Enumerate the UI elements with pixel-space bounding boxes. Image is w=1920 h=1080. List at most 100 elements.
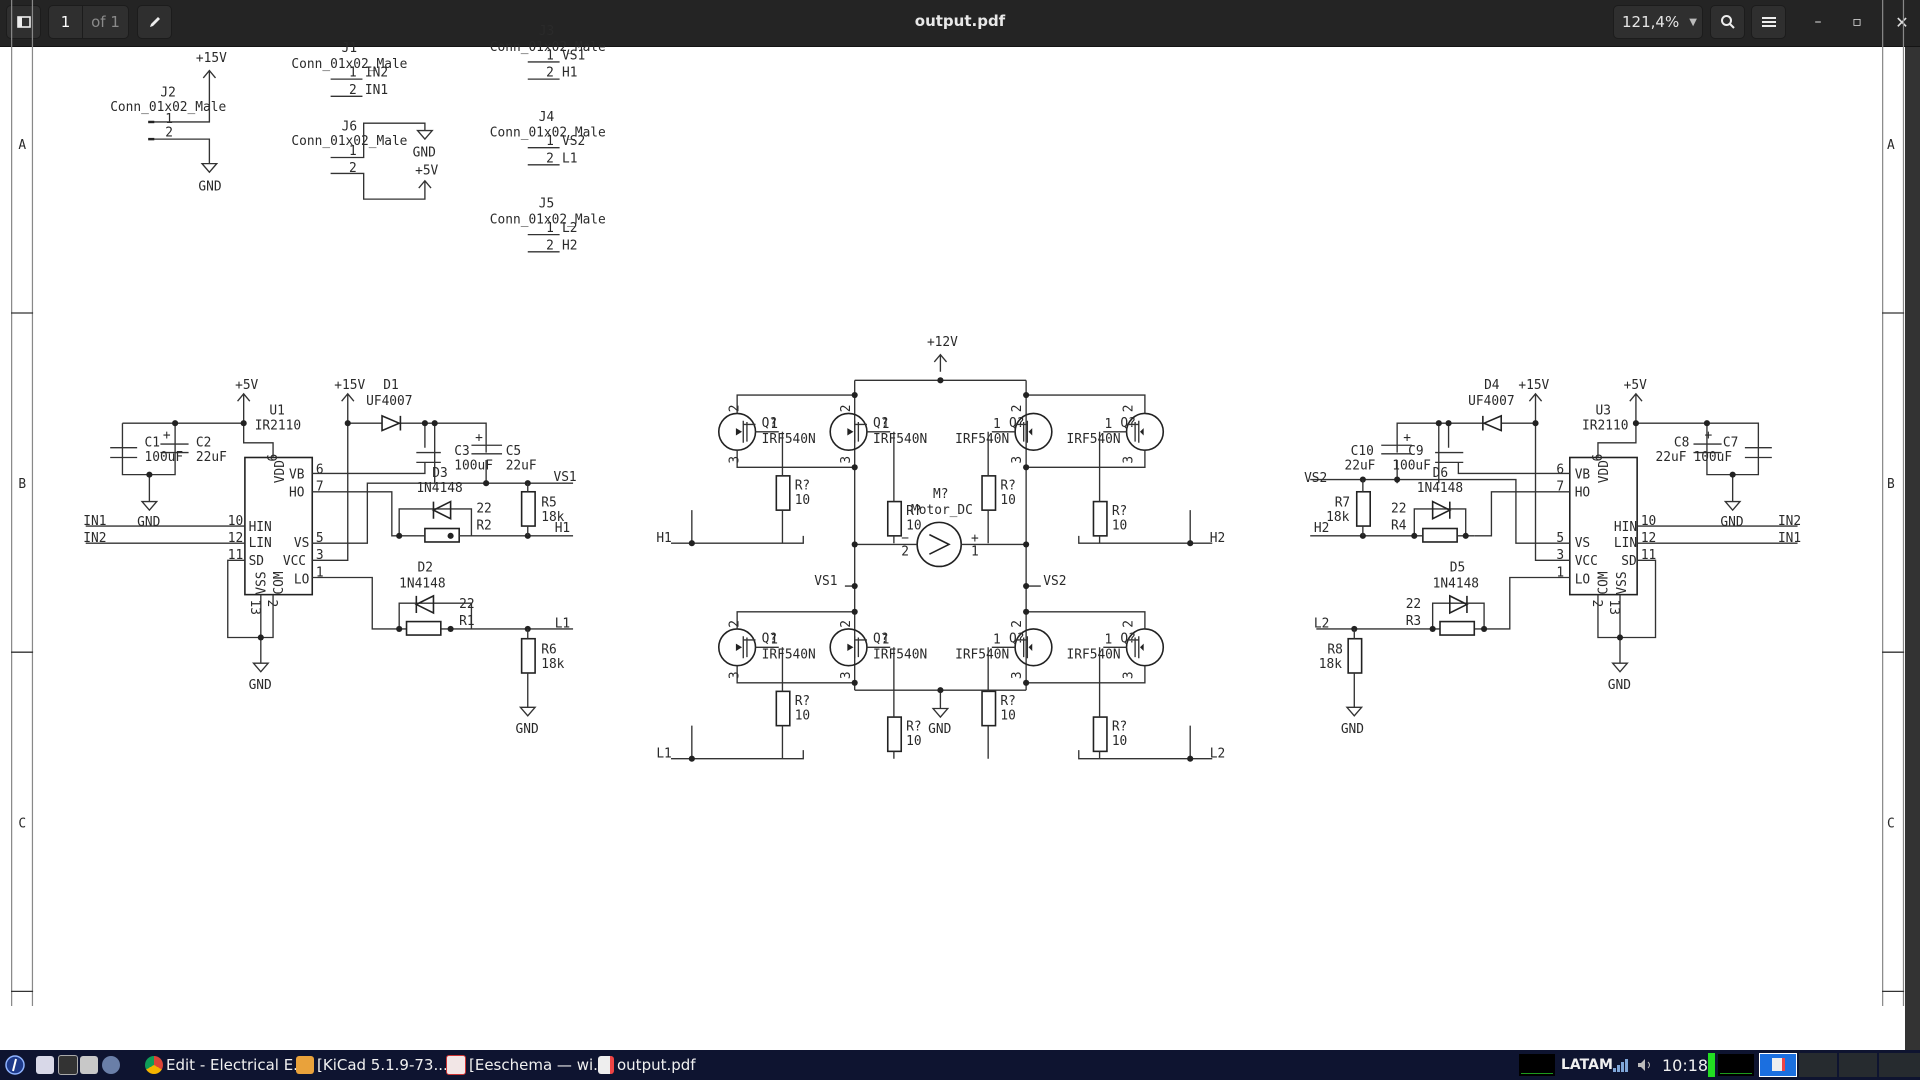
gate-resistor bbox=[981, 690, 997, 727]
svg-text:VB: VB bbox=[1575, 467, 1591, 482]
row-label-b-right: B bbox=[1887, 477, 1895, 492]
svg-text:10: 10 bbox=[1112, 734, 1127, 749]
svg-text:22: 22 bbox=[1391, 502, 1406, 517]
svg-text:H1: H1 bbox=[562, 66, 577, 81]
svg-text:6: 6 bbox=[1556, 462, 1564, 477]
svg-text:1: 1 bbox=[546, 134, 554, 149]
svg-text:+: + bbox=[163, 428, 171, 443]
svg-text:H1: H1 bbox=[656, 531, 671, 546]
svg-text:VS1: VS1 bbox=[814, 574, 837, 589]
svg-text:13: 13 bbox=[247, 600, 262, 615]
svg-text:2: 2 bbox=[165, 126, 173, 141]
workspace-4[interactable] bbox=[1879, 1053, 1920, 1077]
svg-text:1: 1 bbox=[546, 221, 554, 236]
mosfet-q4: 1 2 3 Q?IRF540N R?10 bbox=[1067, 404, 1165, 544]
driver-u3: U3 IR2110 VDD VBHO HINLINSD VSVCCLO COM … bbox=[1304, 378, 1801, 737]
svg-text:H2: H2 bbox=[562, 238, 577, 253]
file-manager-launcher[interactable] bbox=[80, 1052, 101, 1078]
taskbar-item-output-pdf[interactable]: output.pdf bbox=[598, 1052, 696, 1078]
svg-text:10: 10 bbox=[906, 734, 921, 749]
show-desktop-button[interactable] bbox=[36, 1052, 57, 1078]
row-label-b-left: B bbox=[18, 477, 26, 492]
svg-text:1: 1 bbox=[1104, 417, 1112, 432]
svg-text:C10: C10 bbox=[1351, 444, 1374, 459]
svg-text:Q?: Q? bbox=[1120, 631, 1135, 646]
clock[interactable]: 10:18 bbox=[1662, 1052, 1708, 1078]
svg-text:UF4007: UF4007 bbox=[366, 394, 412, 409]
svg-text:GND: GND bbox=[516, 722, 539, 737]
svg-text:VS1: VS1 bbox=[562, 49, 585, 64]
svg-text:3: 3 bbox=[1122, 456, 1137, 464]
svg-text:D5: D5 bbox=[1450, 560, 1465, 575]
svg-text:22: 22 bbox=[1406, 597, 1421, 612]
svg-text:Q?: Q? bbox=[762, 416, 777, 431]
row-label-a-left: A bbox=[18, 138, 26, 153]
mosfet-q3: 1 2 3 Q?IRF540N R?10 bbox=[955, 404, 1053, 544]
svg-text:H2: H2 bbox=[1210, 531, 1225, 546]
taskbar-item-kicad[interactable]: [KiCad 5.1.9-73... bbox=[296, 1052, 448, 1078]
volume-icon[interactable] bbox=[1636, 1052, 1654, 1078]
svg-text:+15V: +15V bbox=[1518, 378, 1549, 393]
svg-text:L2: L2 bbox=[562, 221, 577, 236]
svg-text:L2: L2 bbox=[1314, 617, 1329, 632]
svg-text:3: 3 bbox=[839, 456, 854, 464]
workspace-2[interactable] bbox=[1799, 1053, 1837, 1077]
svg-text:D4: D4 bbox=[1484, 378, 1500, 393]
svg-text:+5V: +5V bbox=[235, 378, 258, 393]
taskbar: Edit - Electrical E... [KiCad 5.1.9-73..… bbox=[0, 1050, 1920, 1080]
gate-resistor bbox=[886, 500, 903, 537]
row-label-c-right: C bbox=[1887, 816, 1895, 831]
svg-text:100uF: 100uF bbox=[1392, 459, 1431, 474]
svg-text:R?: R? bbox=[795, 694, 810, 709]
svg-text:18k: 18k bbox=[541, 657, 564, 672]
gate-resistor bbox=[1092, 500, 1108, 537]
start-menu-button[interactable] bbox=[4, 1052, 26, 1078]
svg-text:18k: 18k bbox=[1319, 657, 1342, 672]
workspace-3[interactable] bbox=[1839, 1053, 1877, 1077]
svg-text:1N4148: 1N4148 bbox=[416, 481, 462, 496]
svg-text:LO: LO bbox=[1575, 573, 1590, 588]
svg-text:C7: C7 bbox=[1723, 435, 1738, 450]
svg-text:1: 1 bbox=[349, 144, 357, 159]
svg-text:100uF: 100uF bbox=[454, 459, 493, 474]
file-cabinet-icon bbox=[80, 1056, 98, 1074]
svg-text:IR2110: IR2110 bbox=[255, 418, 301, 433]
globe-icon bbox=[102, 1056, 120, 1074]
svg-text:C2: C2 bbox=[196, 435, 211, 450]
svg-text:C9: C9 bbox=[1408, 444, 1423, 459]
mosfet-q2: 123Q?IRF540NR?10 bbox=[829, 404, 927, 544]
network-graph bbox=[1718, 1054, 1754, 1076]
svg-text:2: 2 bbox=[727, 404, 742, 412]
workspace-1[interactable] bbox=[1759, 1053, 1797, 1077]
svg-text:2: 2 bbox=[901, 544, 909, 559]
svg-text:2: 2 bbox=[349, 83, 357, 98]
svg-text:10: 10 bbox=[795, 709, 810, 724]
svg-text:R1: R1 bbox=[459, 614, 474, 629]
taskbar-item-eeschema[interactable]: [Eeschema — wi... bbox=[446, 1052, 607, 1078]
svg-text:J1: J1 bbox=[342, 41, 357, 56]
keyboard-layout[interactable]: LATAM bbox=[1561, 1052, 1613, 1078]
svg-text:GND: GND bbox=[137, 515, 160, 530]
browser-launcher[interactable] bbox=[102, 1052, 123, 1078]
svg-text:22uF: 22uF bbox=[506, 459, 537, 474]
svg-text:VCC: VCC bbox=[283, 554, 306, 569]
svg-text:D2: D2 bbox=[418, 560, 433, 575]
svg-text:2: 2 bbox=[1122, 620, 1137, 628]
svg-text:GND: GND bbox=[413, 145, 436, 160]
svg-text:1: 1 bbox=[971, 544, 979, 559]
svg-text:C5: C5 bbox=[506, 444, 521, 459]
svg-text:9: 9 bbox=[1588, 454, 1603, 462]
svg-text:C3: C3 bbox=[454, 444, 469, 459]
junction bbox=[688, 540, 695, 547]
svg-text:Q?: Q? bbox=[1009, 416, 1024, 431]
svg-text:R5: R5 bbox=[541, 495, 556, 510]
memory-meter bbox=[1708, 1053, 1715, 1077]
network-icon[interactable] bbox=[1612, 1052, 1630, 1078]
svg-text:LIN: LIN bbox=[1614, 536, 1637, 551]
taskbar-item-chrome[interactable]: Edit - Electrical E... bbox=[145, 1052, 308, 1078]
svg-text:L1: L1 bbox=[555, 617, 570, 632]
svg-text:IRF540N: IRF540N bbox=[1067, 432, 1121, 447]
svg-text:R3: R3 bbox=[1406, 614, 1421, 629]
terminal-launcher[interactable] bbox=[58, 1052, 81, 1078]
junction bbox=[1023, 464, 1030, 471]
